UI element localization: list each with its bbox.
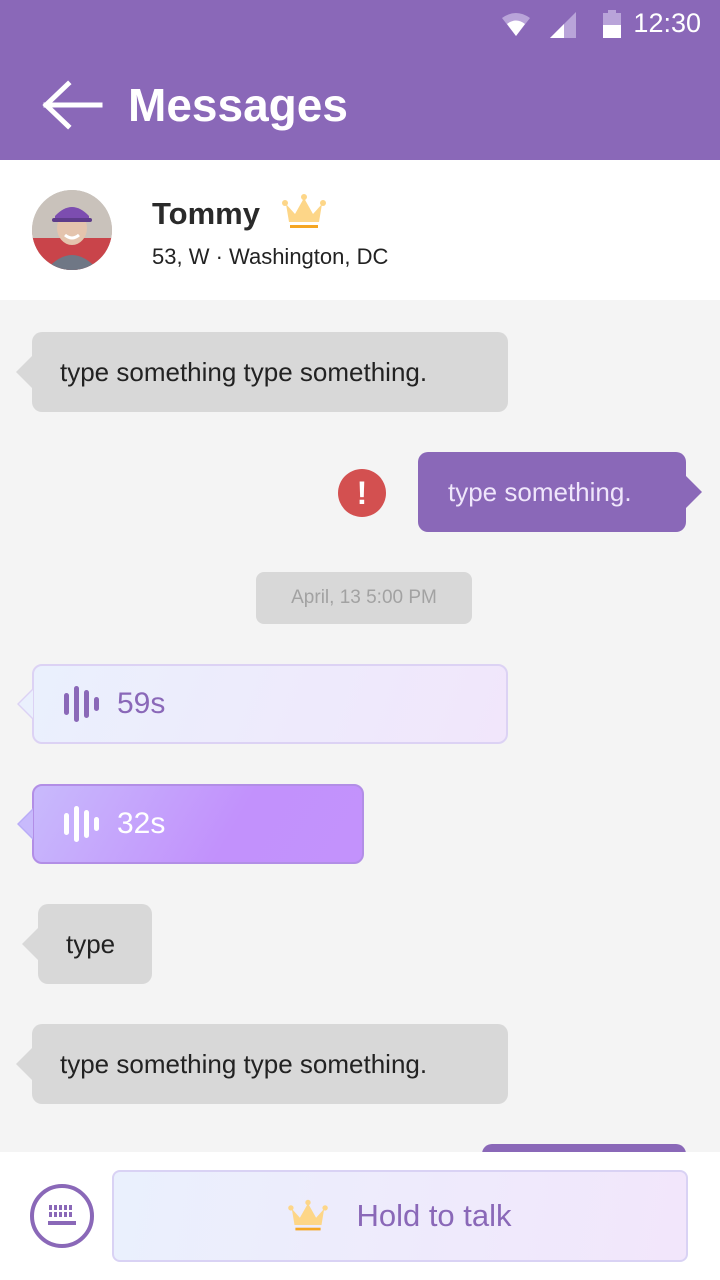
hold-to-talk-button[interactable]: Hold to talk (112, 1170, 688, 1262)
error-exclamation-icon[interactable]: ! (338, 469, 386, 517)
composer-bar: Hold to talk (0, 1152, 720, 1280)
app-header: 12:30 Messages (0, 0, 720, 160)
voice-duration: 32s (117, 807, 166, 840)
contact-details: 53, W · Washington, DC (152, 244, 389, 269)
page-title: Messages (128, 79, 348, 131)
voice-message[interactable]: 59s (17, 664, 508, 744)
chat-screen: 12:30 Messages Tommy 53, W · Washington,… (0, 0, 720, 1280)
audio-wave-icon (64, 686, 99, 722)
message-incoming[interactable]: type (22, 904, 152, 984)
message-incoming[interactable]: type something type something. (16, 1024, 508, 1104)
arrow-left-icon[interactable] (40, 76, 104, 136)
message-text: type (66, 928, 116, 959)
cellular-signal-icon (550, 12, 576, 38)
keyboard-icon (48, 1205, 76, 1225)
crown-icon (282, 194, 326, 228)
timestamp-divider: April, 13 5:00 PM (256, 572, 472, 624)
battery-icon (603, 10, 621, 38)
bubble-tail (17, 688, 33, 720)
hold-to-talk-label: Hold to talk (356, 1198, 512, 1233)
avatar[interactable] (32, 190, 112, 270)
message-text: type something type something. (60, 356, 428, 387)
contact-name: Tommy (152, 196, 260, 231)
voice-duration: 59s (117, 687, 166, 720)
keyboard-toggle-button[interactable] (30, 1184, 94, 1248)
message-outgoing[interactable]: type something. (418, 452, 702, 532)
message-incoming[interactable]: type something type something. (16, 332, 508, 412)
voice-message[interactable]: 32s (17, 784, 364, 864)
bubble-tail (17, 808, 33, 840)
clock: 12:30 (633, 8, 701, 38)
message-text: type something. (448, 476, 632, 507)
message-text: type something type something. (60, 1048, 428, 1079)
wifi-icon (502, 13, 530, 36)
audio-wave-icon (64, 806, 99, 842)
contact-header[interactable]: Tommy 53, W · Washington, DC (0, 160, 720, 300)
crown-icon (288, 1199, 329, 1231)
